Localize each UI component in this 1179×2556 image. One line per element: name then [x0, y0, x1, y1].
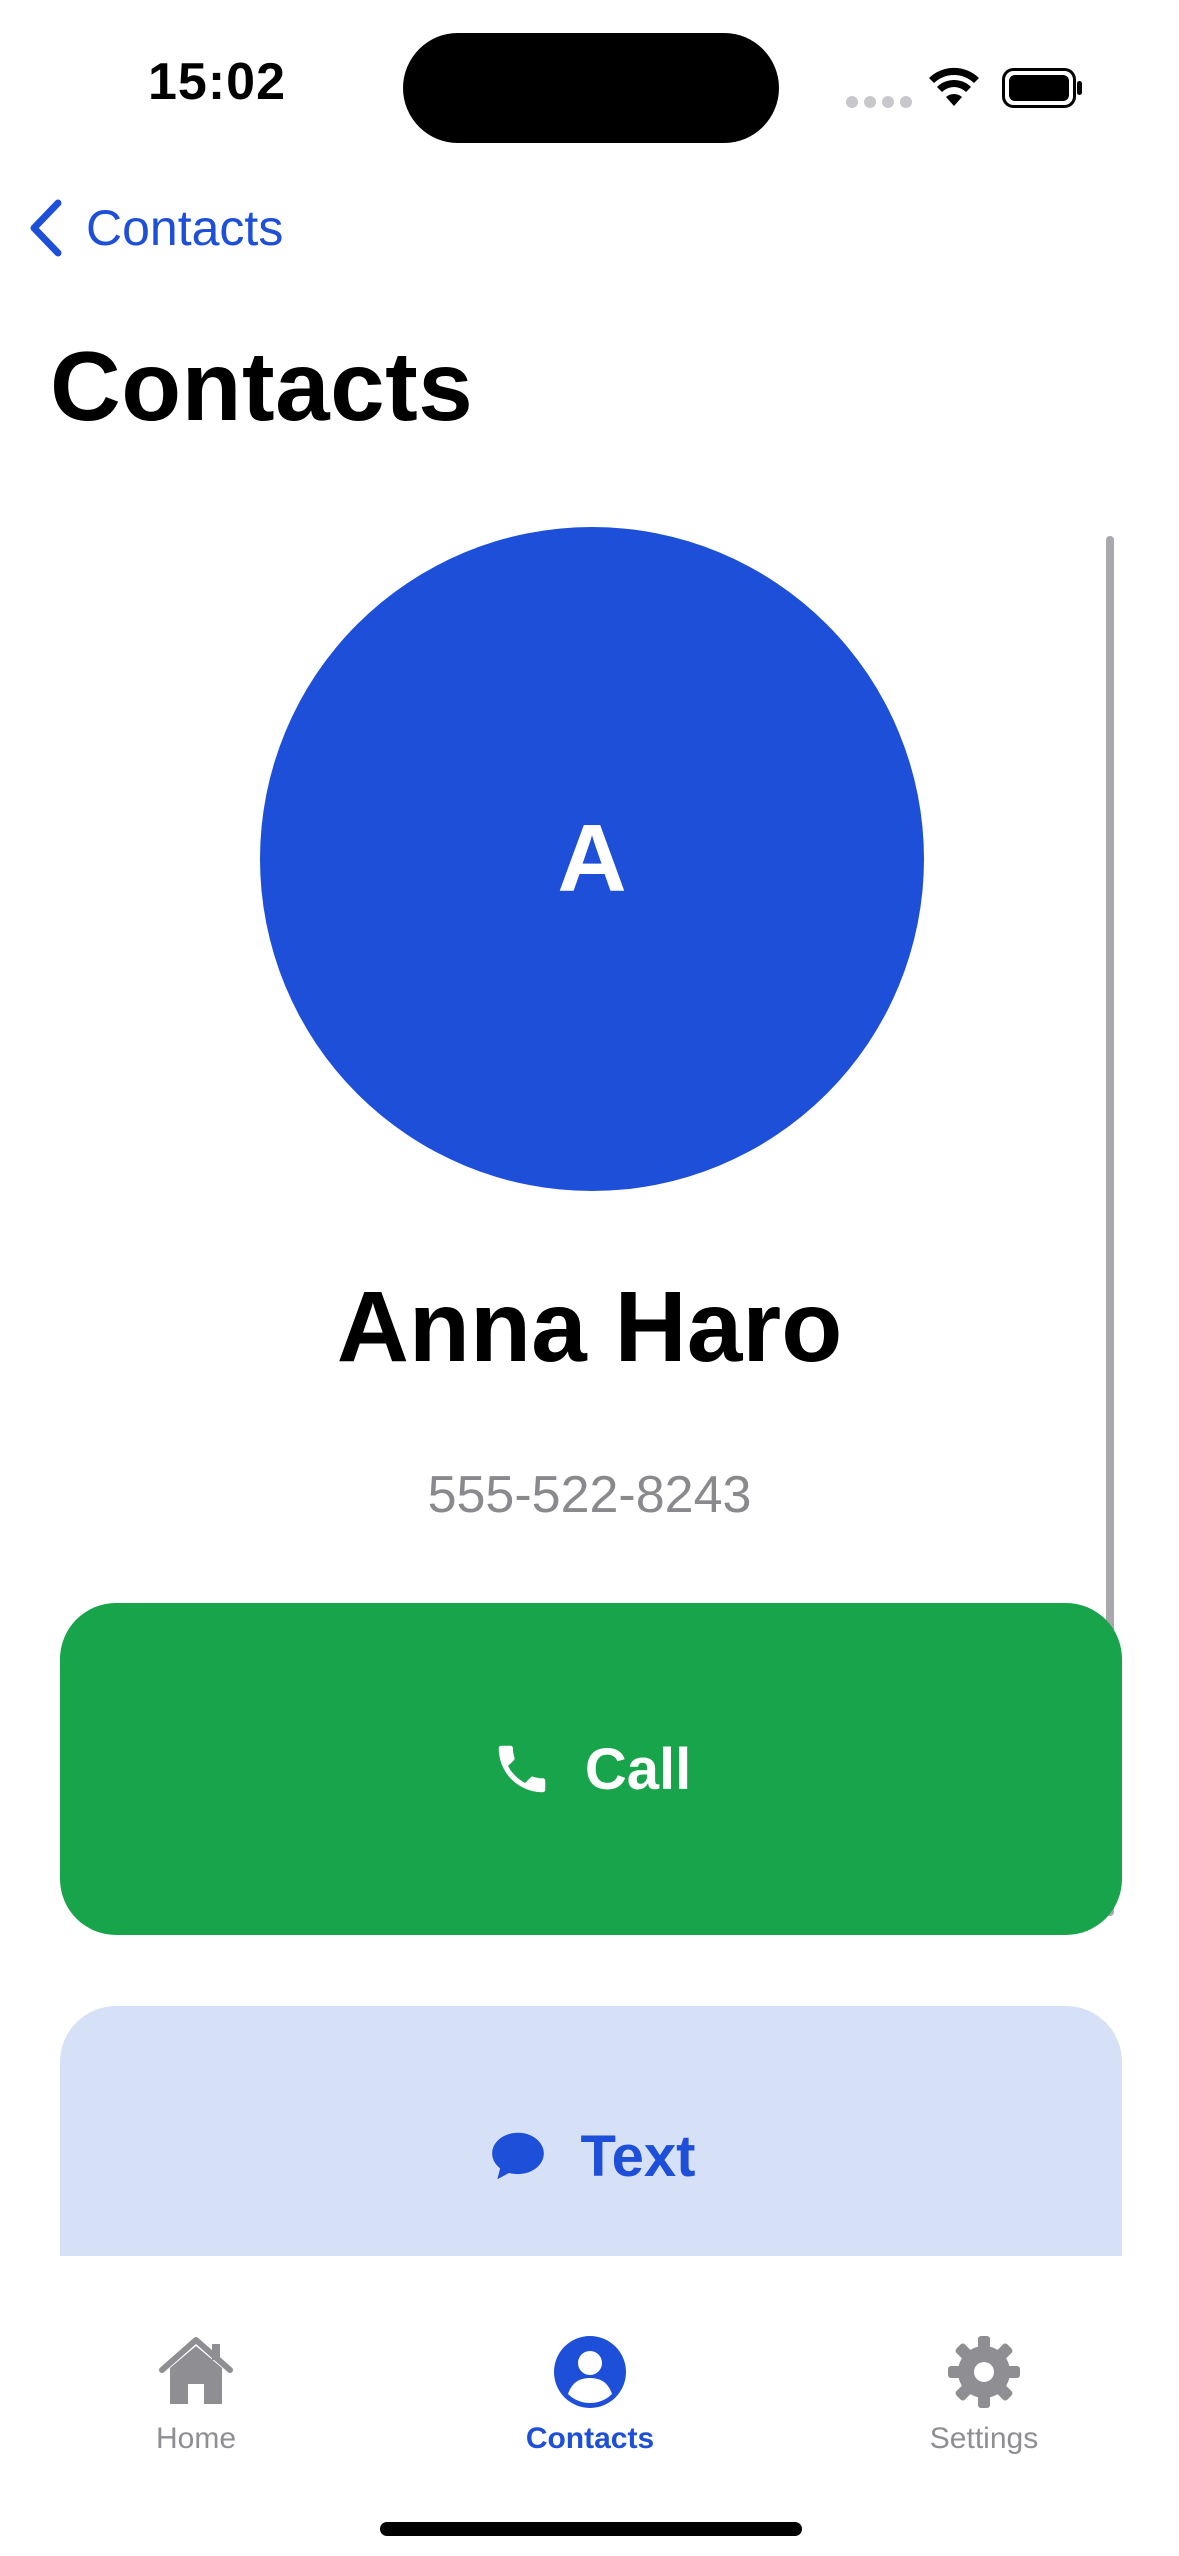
- tab-settings[interactable]: Settings: [834, 2330, 1134, 2456]
- back-button-label: Contacts: [86, 200, 284, 256]
- status-time: 15:02: [148, 53, 286, 111]
- tab-bar: Home Contacts Settings: [0, 2256, 1179, 2556]
- contact-phone: 555-522-8243: [427, 1466, 752, 1524]
- house-icon: [159, 2337, 233, 2404]
- wifi-icon: [929, 67, 979, 106]
- status-bar: 15:02: [0, 0, 1179, 170]
- battery-icon: [1002, 68, 1082, 108]
- home-indicator[interactable]: [380, 2522, 802, 2536]
- phone-icon: [498, 1745, 546, 1793]
- tab-home[interactable]: Home: [46, 2330, 346, 2456]
- page-title: Contacts: [50, 331, 474, 441]
- avatar: A: [260, 527, 924, 1191]
- text-button-label: Text: [580, 2123, 696, 2189]
- avatar-initial: A: [557, 805, 627, 912]
- tab-settings-label: Settings: [929, 2422, 1039, 2455]
- tab-home-label: Home: [155, 2422, 237, 2455]
- cellular-signal-icon: [846, 96, 912, 108]
- tab-contacts[interactable]: Contacts: [440, 2330, 740, 2456]
- chevron-left-icon: [30, 199, 62, 257]
- call-button[interactable]: Call: [60, 1603, 1122, 1935]
- call-button-label: Call: [584, 1736, 692, 1802]
- tab-contacts-label: Contacts: [525, 2422, 655, 2455]
- back-button[interactable]: Contacts: [26, 196, 283, 260]
- message-bubble-icon: [491, 2132, 544, 2180]
- gear-icon: [948, 2336, 1020, 2408]
- dynamic-island: [403, 33, 779, 143]
- person-circle-icon: [554, 2336, 626, 2408]
- contact-name: Anna Haro: [336, 1271, 843, 1383]
